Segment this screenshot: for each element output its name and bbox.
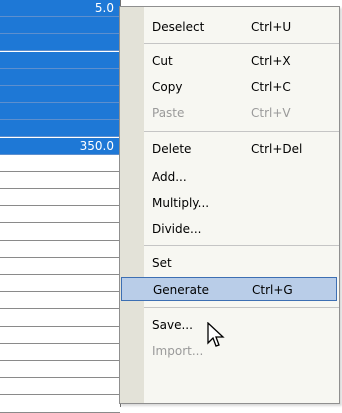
menu-item-deselect[interactable]: Deselect Ctrl+U <box>144 15 339 39</box>
menu-item-import: Import... <box>144 339 339 363</box>
menu-item-shortcut: Ctrl+X <box>251 54 291 68</box>
menu-item-shortcut: Ctrl+Del <box>251 142 303 156</box>
grid-cell[interactable] <box>0 378 120 395</box>
grid-cell-selected[interactable]: 350.0 <box>0 138 120 155</box>
grid-cell-selected[interactable] <box>0 52 120 69</box>
menu-item-save[interactable]: Save... <box>144 313 339 337</box>
menu-item-label: Deselect <box>152 20 205 34</box>
menu-separator <box>144 245 339 246</box>
grid-cell[interactable] <box>0 241 120 258</box>
grid-cell[interactable] <box>0 275 120 292</box>
grid-cell[interactable] <box>0 172 120 189</box>
menu-item-divide[interactable]: Divide... <box>144 217 339 241</box>
grid-cell-selected[interactable] <box>0 69 120 86</box>
menu-item-label: Copy <box>152 80 183 94</box>
grid-cell[interactable] <box>0 189 120 206</box>
menu-item-label: Multiply... <box>152 196 210 210</box>
grid-cell[interactable] <box>0 344 120 361</box>
grid-cell-selected[interactable]: 5.0 <box>0 0 120 17</box>
menu-item-label: Delete <box>152 142 192 156</box>
menu-separator <box>144 131 339 132</box>
grid-cell-selected[interactable] <box>0 103 120 120</box>
menu-item-cut[interactable]: Cut Ctrl+X <box>144 49 339 73</box>
menu-item-label: Save... <box>152 318 193 332</box>
menu-item-generate[interactable]: Generate Ctrl+G <box>121 277 337 301</box>
menu-separator <box>144 43 339 44</box>
grid-cell[interactable] <box>0 396 120 413</box>
context-menu: Deselect Ctrl+U Cut Ctrl+X Copy Ctrl+C P… <box>119 6 340 404</box>
menu-item-add[interactable]: Add... <box>144 165 339 189</box>
menu-icon-gutter <box>120 7 144 403</box>
menu-separator <box>144 307 339 308</box>
grid-cell[interactable] <box>0 155 120 172</box>
grid-cell-selected[interactable] <box>0 86 120 103</box>
menu-item-set[interactable]: Set <box>144 251 339 275</box>
grid-cell[interactable] <box>0 224 120 241</box>
arrow-pointer-icon <box>207 322 225 347</box>
grid-cell[interactable] <box>0 258 120 275</box>
menu-item-copy[interactable]: Copy Ctrl+C <box>144 75 339 99</box>
menu-item-label: Paste <box>152 106 185 120</box>
menu-item-label: Add... <box>152 170 187 184</box>
grid-cell[interactable] <box>0 206 120 223</box>
grid-cell[interactable] <box>0 292 120 309</box>
grid-cell-selected[interactable] <box>0 34 120 51</box>
grid-cell[interactable] <box>0 361 120 378</box>
menu-item-paste: Paste Ctrl+V <box>144 101 339 125</box>
menu-item-shortcut: Ctrl+G <box>252 283 293 297</box>
menu-item-label: Import... <box>152 344 204 358</box>
menu-item-shortcut: Ctrl+C <box>251 80 291 94</box>
grid-cell-selected[interactable] <box>0 17 120 34</box>
grid-cell[interactable] <box>0 310 120 327</box>
menu-item-shortcut: Ctrl+U <box>251 20 292 34</box>
menu-item-label: Generate <box>153 283 210 297</box>
menu-item-delete[interactable]: Delete Ctrl+Del <box>144 137 339 161</box>
menu-item-shortcut: Ctrl+V <box>251 106 291 120</box>
grid-cell[interactable] <box>0 327 120 344</box>
menu-item-label: Set <box>152 256 172 270</box>
menu-item-multiply[interactable]: Multiply... <box>144 191 339 215</box>
menu-item-label: Cut <box>152 54 173 68</box>
menu-item-label: Divide... <box>152 222 202 236</box>
grid-cell-selected[interactable] <box>0 120 120 137</box>
